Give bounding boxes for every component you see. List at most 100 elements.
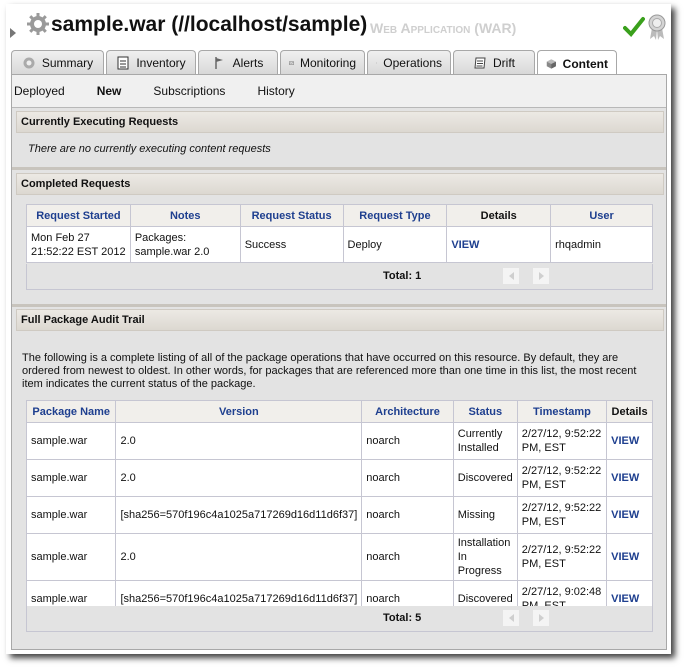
cell-version: 2.0 xyxy=(115,422,363,460)
cell-status: Success xyxy=(239,226,344,263)
cell-user: rhqadmin xyxy=(550,226,653,263)
view-link[interactable]: VIEW xyxy=(611,509,639,521)
subtab-history[interactable]: History xyxy=(257,84,294,98)
col-user[interactable]: User xyxy=(550,204,653,227)
cell-details: VIEW xyxy=(606,459,653,497)
cell-status: Discovered xyxy=(452,459,518,497)
cell-package-name: sample.war xyxy=(25,422,117,460)
completed-table-footer: Total: 1 xyxy=(26,264,653,290)
tab-operations[interactable]: Operations xyxy=(367,50,451,74)
next-page-button[interactable] xyxy=(533,268,549,284)
cell-details: VIEW xyxy=(446,226,552,263)
tab-label: Monitoring xyxy=(299,55,356,70)
view-link[interactable]: VIEW xyxy=(611,472,639,484)
arrow-left-icon xyxy=(508,614,514,622)
cell-package-name: sample.war xyxy=(25,459,117,497)
cell-timestamp: 2/27/12, 9:52:22 PM, EST xyxy=(516,459,608,497)
gear-icon xyxy=(27,13,49,35)
completed-requests-table: Request Started Notes Request Status Req… xyxy=(26,204,653,263)
arrow-right-icon xyxy=(538,614,544,622)
tab-inventory[interactable]: Inventory xyxy=(106,50,196,74)
tab-label: Content xyxy=(562,56,608,71)
arrow-right-icon xyxy=(538,272,544,280)
cell-notes: Packages: sample.war 2.0 xyxy=(129,226,241,263)
resource-tabs: Summary Inventory Alerts Monitoring Oper… xyxy=(11,50,617,76)
audit-description: The following is a complete listing of a… xyxy=(22,352,637,390)
cell-details: VIEW xyxy=(606,422,653,460)
cube-icon xyxy=(546,58,556,69)
cell-architecture: noarch xyxy=(361,496,454,534)
tab-label: Alerts xyxy=(232,55,264,70)
flag-icon xyxy=(215,56,223,69)
cell-version: [sha256=570f196c4a1025a717269d16d11d6f37… xyxy=(115,496,363,534)
col-package-name[interactable]: Package Name xyxy=(25,400,117,423)
title-bar: sample.war (//localhost/sample) Web Appl… xyxy=(6,10,671,42)
col-details: Details xyxy=(606,400,653,423)
completed-section-header: Completed Requests xyxy=(16,173,664,195)
tab-label: Drift xyxy=(493,55,515,70)
arrow-left-icon xyxy=(508,272,514,280)
table-row[interactable]: sample.war 2.0 noarch Discovered 2/27/12, 9:… xyxy=(25,459,653,497)
next-page-button[interactable] xyxy=(533,610,549,626)
col-architecture[interactable]: Architecture xyxy=(361,400,454,423)
col-request-type[interactable]: Request Type xyxy=(342,204,448,227)
col-timestamp[interactable]: Timestamp xyxy=(516,400,608,423)
resource-window: sample.war (//localhost/sample) Web Appl… xyxy=(6,4,671,654)
tab-summary[interactable]: Summary xyxy=(11,50,104,74)
table-row[interactable]: Mon Feb 27 21:52:22 EST 2012 Packages: sam… xyxy=(26,226,653,263)
table-row[interactable]: sample.war 2.0 noarch Currently Installed 2/2… xyxy=(25,422,653,460)
content-subtabs: Deployed New Subscriptions History xyxy=(12,75,666,108)
cell-timestamp: 2/27/12, 9:52:22 PM, EST xyxy=(516,496,608,534)
subtab-subscriptions[interactable]: Subscriptions xyxy=(153,84,225,98)
executing-empty-message: There are no currently executing content… xyxy=(28,143,271,155)
col-request-status[interactable]: Request Status xyxy=(239,204,344,227)
cell-package-name: sample.war xyxy=(25,533,117,581)
ribbon-icon[interactable] xyxy=(647,14,667,40)
cell-details: VIEW xyxy=(606,496,653,534)
cell-status: Installation In Progress xyxy=(452,533,518,581)
cell-type: Deploy xyxy=(342,226,448,263)
section-divider xyxy=(12,167,666,170)
resource-type: Web Application (WAR) xyxy=(370,20,517,36)
tab-drift[interactable]: Drift xyxy=(453,50,535,74)
resource-title: sample.war (//localhost/sample) xyxy=(51,13,368,36)
col-status[interactable]: Status xyxy=(452,400,518,423)
col-version[interactable]: Version xyxy=(115,400,363,423)
section-divider xyxy=(12,304,666,307)
subtab-deployed[interactable]: Deployed xyxy=(14,84,65,98)
col-request-started[interactable]: Request Started xyxy=(26,204,131,227)
table-header-row: Request Started Notes Request Status Req… xyxy=(26,204,653,227)
tab-content[interactable]: Content xyxy=(537,50,617,76)
executing-section-header: Currently Executing Requests xyxy=(16,111,664,133)
audit-trail-table: Package Name Version Architecture Status… xyxy=(25,400,653,618)
cell-architecture: noarch xyxy=(361,422,454,460)
table-row[interactable]: sample.war [sha256=570f196c4a1025a717269d… xyxy=(25,496,653,534)
view-link[interactable]: VIEW xyxy=(451,239,479,251)
cell-version: 2.0 xyxy=(115,459,363,497)
view-link[interactable]: VIEW xyxy=(611,435,639,447)
table-row[interactable]: sample.war 2.0 noarch Installation In Progre… xyxy=(25,533,653,581)
cell-started: Mon Feb 27 21:52:22 EST 2012 xyxy=(26,226,131,263)
cell-details: VIEW xyxy=(606,533,653,581)
cell-timestamp: 2/27/12, 9:52:22 PM, EST xyxy=(516,533,608,581)
view-link[interactable]: VIEW xyxy=(611,551,639,563)
prev-page-button[interactable] xyxy=(503,268,519,284)
prev-page-button[interactable] xyxy=(503,610,519,626)
cell-timestamp: 2/27/12, 9:52:22 PM, EST xyxy=(516,422,608,460)
cell-status: Missing xyxy=(452,496,518,534)
cell-architecture: noarch xyxy=(361,533,454,581)
tab-label: Inventory xyxy=(136,55,186,70)
monitor-icon xyxy=(289,60,294,65)
expand-arrow-icon[interactable] xyxy=(10,28,16,38)
audit-section-header: Full Package Audit Trail xyxy=(16,309,664,331)
clipboard-icon xyxy=(117,56,129,69)
cell-version: 2.0 xyxy=(115,533,363,581)
col-notes[interactable]: Notes xyxy=(129,204,241,227)
view-link[interactable]: VIEW xyxy=(611,593,639,605)
subtab-new[interactable]: New xyxy=(97,84,122,98)
cell-architecture: noarch xyxy=(361,459,454,497)
tab-monitoring[interactable]: Monitoring xyxy=(280,50,365,74)
check-icon xyxy=(623,17,645,37)
tab-alerts[interactable]: Alerts xyxy=(198,50,278,74)
cell-status: Currently Installed xyxy=(452,422,518,460)
